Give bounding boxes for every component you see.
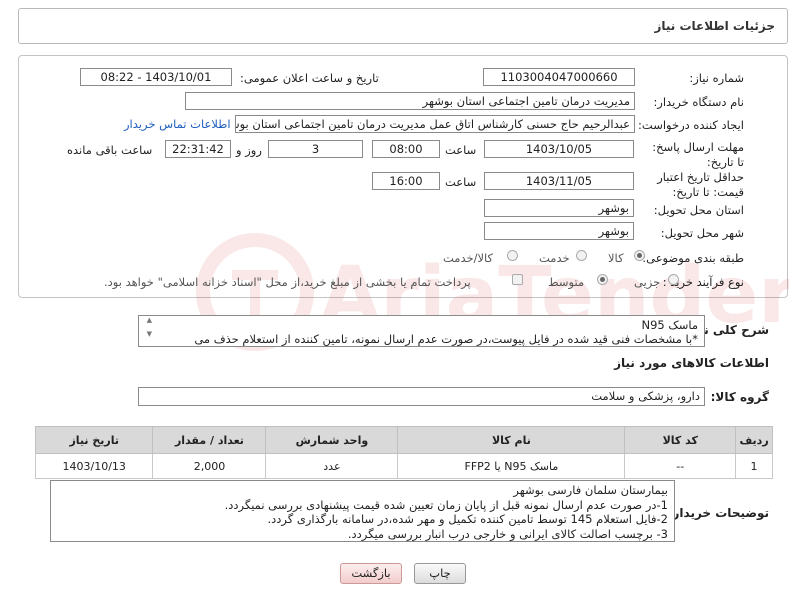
buyer-note-line: 3- برچسب اصالت کالای ایرانی و خارجی درب … xyxy=(347,526,668,541)
payment-note: پرداخت تمام یا بخشی از مبلغ خرید،از محل … xyxy=(104,275,471,289)
validity-date-field: 1403/11/05 xyxy=(484,172,634,190)
buyer-notes-label: توضیحات خریدار: xyxy=(667,506,769,520)
cell-name: ماسک N95 یا FFP2 xyxy=(397,453,626,479)
category-radio-goods[interactable] xyxy=(634,250,645,261)
page-header: جزئیات اطلاعات نیاز xyxy=(18,8,788,44)
buyer-contact-link[interactable]: اطلاعات تماس خریدار xyxy=(124,117,231,131)
category-option-goods-service: کالا/خدمت xyxy=(443,251,494,265)
province-label: استان محل تحویل: xyxy=(653,203,744,217)
category-radio-service[interactable] xyxy=(576,250,587,261)
cell-unit: عدد xyxy=(265,453,399,479)
category-radio-goods-service[interactable] xyxy=(507,250,518,261)
goods-section-title: اطلاعات کالاهای مورد نیاز xyxy=(614,356,769,370)
need-number-field: 1103004047000660 xyxy=(483,68,635,86)
col-qty: تعداد / مقدار xyxy=(152,426,267,454)
need-number-label: شماره نیاز: xyxy=(689,71,744,85)
validity-label: حداقل تاریخ اعتبار قیمت: تا تاریخ: xyxy=(657,170,744,199)
summary-line-1: ماسک N95 xyxy=(641,318,699,332)
city-label: شهر محل تحویل: xyxy=(660,226,744,240)
process-radio-minor[interactable] xyxy=(668,274,679,285)
cell-qty: 2,000 xyxy=(152,453,267,479)
col-row: ردیف xyxy=(735,426,773,454)
col-unit: واحد شمارش xyxy=(265,426,399,454)
reply-deadline-label: مهلت ارسال پاسخ: تا تاریخ: xyxy=(652,140,744,169)
summary-box: ماسک N95 *با مشخصات فنی قید شده در فایل … xyxy=(138,315,705,347)
creator-label: ایجاد کننده درخواست: xyxy=(638,118,744,132)
buyer-note-line: بیمارستان سلمان فارسی بوشهر xyxy=(513,483,668,497)
remaining-time-field: 22:31:42 xyxy=(165,140,231,158)
col-name: نام کالا xyxy=(397,426,626,454)
category-option-service: خدمت xyxy=(539,251,570,265)
col-date: تاریخ نیاز xyxy=(34,426,154,454)
reply-time-field: 08:00 xyxy=(372,140,440,158)
buyer-notes-box: بیمارستان سلمان فارسی بوشهر 1-در صورت عد… xyxy=(50,480,675,542)
announce-field: 1403/10/01 - 08:22 xyxy=(80,68,232,86)
islamic-treasury-checkbox[interactable] xyxy=(512,274,523,285)
days-label: روز و xyxy=(236,143,262,157)
city-field: بوشهر xyxy=(484,222,634,240)
validity-time-label: ساعت xyxy=(445,175,477,189)
summary-scrollbar[interactable]: ▲ ▼ xyxy=(141,316,152,346)
buyer-org-label: نام دستگاه خریدار: xyxy=(653,95,744,109)
days-remaining-field: 3 xyxy=(268,140,363,158)
reply-date-field: 1403/10/05 xyxy=(484,140,634,158)
goods-table-header: ردیف کد کالا نام کالا واحد شمارش تعداد /… xyxy=(34,426,773,454)
validity-time-field: 16:00 xyxy=(372,172,440,190)
buyer-note-line: 2-فایل استعلام 145 توسط تامین کننده تکمی… xyxy=(267,512,668,526)
cell-row: 1 xyxy=(735,453,773,479)
goods-group-label: گروه کالا: xyxy=(710,390,769,404)
goods-group-field: دارو، پزشکی و سلامت xyxy=(138,387,705,406)
process-option-medium: متوسط xyxy=(548,275,585,289)
col-code: کد کالا xyxy=(624,426,737,454)
scroll-up-icon[interactable]: ▲ xyxy=(141,316,152,324)
buyer-note-line: 1-در صورت عدم ارسال نمونه قبل از پایان ز… xyxy=(224,497,668,512)
announce-label: تاریخ و ساعت اعلان عمومی: xyxy=(240,71,379,85)
process-option-minor: جزیی xyxy=(634,275,661,289)
cell-date: 1403/10/13 xyxy=(34,453,154,479)
goods-table: ردیف کد کالا نام کالا واحد شمارش تعداد /… xyxy=(34,426,773,479)
process-radio-medium[interactable] xyxy=(597,274,608,285)
cell-code: -- xyxy=(624,453,737,479)
table-row: 1 -- ماسک N95 یا FFP2 عدد 2,000 1403/10/… xyxy=(34,453,773,479)
page-title: جزئیات اطلاعات نیاز xyxy=(654,19,775,33)
buyer-org-field: مدیریت درمان تامین اجتماعی استان بوشهر xyxy=(185,92,635,110)
reply-time-label: ساعت xyxy=(445,143,477,157)
back-button[interactable]: بازگشت xyxy=(340,563,402,584)
summary-line-2: *با مشخصات فنی قید شده در فایل پیوست،در … xyxy=(194,332,698,346)
creator-field: عبدالرحیم حاج حسنی کارشناس اتاق عمل مدیر… xyxy=(235,115,635,133)
category-label: طبقه بندی موضوعی: xyxy=(642,251,744,265)
category-option-goods: کالا xyxy=(608,251,624,265)
scroll-down-icon[interactable]: ▼ xyxy=(141,330,152,338)
print-button[interactable]: چاپ xyxy=(414,563,466,584)
remaining-label: ساعت باقی مانده xyxy=(67,143,153,157)
province-field: بوشهر xyxy=(484,199,634,217)
